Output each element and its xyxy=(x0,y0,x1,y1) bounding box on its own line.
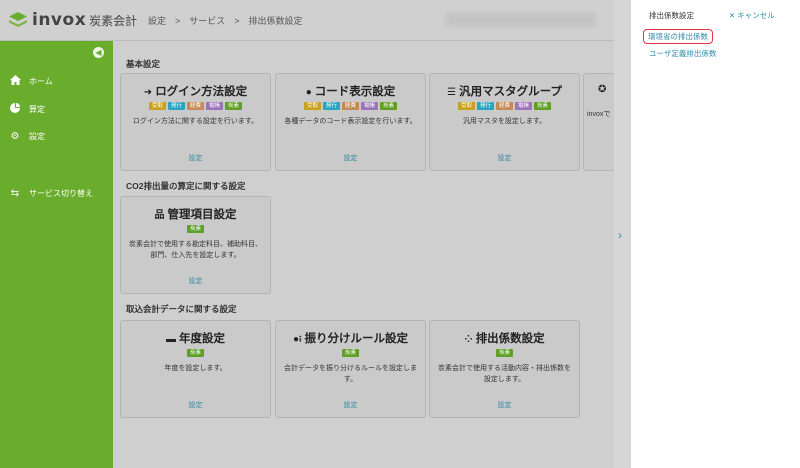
tag-list: 受取 発行 経費 電帳 炭素 xyxy=(276,102,425,110)
card-management-items: 品管理項目設定 炭素 炭素会計で使用する勘定科目、補助科目、部門、仕入先を設定し… xyxy=(120,196,271,294)
sidebar-item-label: 算定 xyxy=(29,105,45,114)
tag-badge: 炭素 xyxy=(186,349,204,357)
section-title: 基本設定 xyxy=(126,59,161,69)
layers-logo-icon xyxy=(9,12,27,27)
card-title: 管理項目設定 xyxy=(167,209,237,221)
panel-item-user-emission-factors[interactable]: ユーザ定義排出係数 xyxy=(649,48,716,59)
collapse-sidebar-button[interactable]: ◀ xyxy=(93,47,104,58)
abc-icon: ● xyxy=(305,87,312,98)
tag-badge: 電帳 xyxy=(206,102,224,110)
logo[interactable]: invox 炭素会計 xyxy=(8,10,137,30)
tag-badge: 炭素 xyxy=(534,102,552,110)
card-description: invoxで xyxy=(587,111,611,118)
tag-badge: 受取 xyxy=(148,102,166,110)
card-title: 汎用マスタグループ xyxy=(459,86,562,98)
tag-list: 受取 発行 経費 電帳 炭素 xyxy=(430,102,579,110)
tag-badge: 受取 xyxy=(303,102,321,110)
pie-chart-icon xyxy=(8,103,22,116)
home-icon xyxy=(8,75,22,88)
tag-badge: 炭素 xyxy=(495,349,513,357)
logo-subtitle: 炭素会計 xyxy=(89,13,138,28)
chevron-right-icon[interactable]: › xyxy=(618,228,622,242)
tag-badge: 経費 xyxy=(341,102,359,110)
card-general-master-group: ☰ 汎用マスタグループ 受取 発行 経費 電帳 炭素 汎用マスタを設定します。 設定 xyxy=(429,73,580,171)
tag-badge: 経費 xyxy=(186,102,204,110)
sidebar: ◀ ホーム 算定 ⚙ 設定 ⇆ サービス切り替え xyxy=(0,41,113,468)
gear-icon: ⚙ xyxy=(10,131,20,142)
card-settings-link[interactable]: 設定 xyxy=(430,400,579,410)
tag-badge: 受取 xyxy=(457,102,475,110)
sign-in-icon: ➜ xyxy=(143,87,153,98)
tag-badge: 発行 xyxy=(167,102,185,110)
side-panel: 排出係数設定 ✕ キャンセル 環境省の排出係数 ユーザ定義排出係数 xyxy=(631,0,800,468)
tag-badge: 発行 xyxy=(322,102,340,110)
factor-icon: ⁘ xyxy=(464,334,473,345)
user-menu[interactable] xyxy=(446,12,596,27)
card-title: ログイン方法設定 xyxy=(155,86,248,98)
list-icon: ☰ xyxy=(447,87,457,98)
section-title: 取込会計データに関する設定 xyxy=(126,304,237,314)
card-settings-link[interactable]: 設定 xyxy=(430,153,579,163)
tag-badge: 炭素 xyxy=(225,102,243,110)
card-title: 年度設定 xyxy=(179,333,225,345)
sidebar-item-label: サービス切り替え xyxy=(29,189,93,198)
tag-badge: 炭素 xyxy=(380,102,398,110)
card-description: 炭素会計で使用する活動内容・排出係数を設定します。 xyxy=(438,365,571,383)
close-icon: ✕ xyxy=(729,11,736,20)
tag-list: 炭素 xyxy=(276,349,425,357)
card-partial: ✪ invoxで xyxy=(583,73,614,171)
sidebar-item-switch-service[interactable]: ⇆ サービス切り替え xyxy=(8,188,93,199)
card-emission-factors: ⁘ 排出係数設定 炭素 炭素会計で使用する活動内容・排出係数を設定します。 設定 xyxy=(429,320,580,418)
card-title: 振り分けルール設定 xyxy=(304,333,408,345)
card-title: コード表示設定 xyxy=(314,86,396,98)
card-description: 年度を設定します。 xyxy=(164,365,227,372)
sidebar-item-label: ホーム xyxy=(29,77,53,86)
sidebar-item-calculation[interactable]: 算定 xyxy=(8,103,45,116)
tag-badge: 経費 xyxy=(495,102,513,110)
tag-list: 炭素 xyxy=(430,349,579,357)
tag-list: 受取 発行 経費 電帳 炭素 xyxy=(121,102,270,110)
card-settings-link[interactable]: 設定 xyxy=(121,153,270,163)
card-settings-link[interactable]: 設定 xyxy=(276,153,425,163)
chevron-left-icon: ◀ xyxy=(95,48,102,57)
card-allocation-rules: ●፧ 振り分けルール設定 炭素 会計データを振り分けるルールを設定します。 設定 xyxy=(275,320,426,418)
tag-list: 炭素 xyxy=(121,349,270,357)
card-description: 各種データのコード表示設定を行います。 xyxy=(284,118,417,125)
panel-title: 排出係数設定 xyxy=(649,11,694,20)
cancel-button[interactable]: ✕ キャンセル xyxy=(729,10,775,21)
calendar-icon: ▬ xyxy=(166,334,176,345)
card-title: 排出係数設定 xyxy=(475,333,545,345)
tag-badge: 炭素 xyxy=(186,225,204,233)
switch-icon: ⇆ xyxy=(10,188,20,199)
logo-text: invox xyxy=(32,10,87,30)
rule-icon: ●፧ xyxy=(293,334,302,345)
top-bar: invox 炭素会計 設定 > サービス > 排出係数設定 xyxy=(0,0,614,41)
tag-badge: 発行 xyxy=(476,102,494,110)
sidebar-item-home[interactable]: ホーム xyxy=(8,75,53,88)
tag-badge: 炭素 xyxy=(341,349,359,357)
main-content: 基本設定 ➜ ログイン方法設定 受取 発行 経費 電帳 炭素 ログイン方法に関する設定を行… xyxy=(113,41,614,468)
cancel-label: キャンセル xyxy=(737,11,775,20)
panel-item-moe-emission-factors[interactable]: 環境省の排出係数 xyxy=(643,29,713,44)
card-settings-link[interactable]: 設定 xyxy=(276,400,425,410)
section-title: CO2排出量の算定に関する設定 xyxy=(126,181,246,191)
drawer-handle[interactable] xyxy=(614,0,631,468)
sidebar-item-label: 設定 xyxy=(29,132,45,141)
tag-badge: 電帳 xyxy=(515,102,533,110)
card-fiscal-year: ▬ 年度設定 炭素 年度を設定します。 設定 xyxy=(120,320,271,418)
tag-list: 炭素 xyxy=(121,225,270,233)
card-settings-link[interactable]: 設定 xyxy=(121,400,270,410)
sidebar-item-settings[interactable]: ⚙ 設定 xyxy=(8,131,45,142)
tag-badge: 電帳 xyxy=(361,102,379,110)
card-description: 汎用マスタを設定します。 xyxy=(462,118,547,125)
card-description: 炭素会計で使用する勘定科目、補助科目、部門、仕入先を設定します。 xyxy=(129,241,262,259)
card-code-display: ● コード表示設定 受取 発行 経費 電帳 炭素 各種データのコード表示設定を行います。 … xyxy=(275,73,426,171)
card-login-method: ➜ ログイン方法設定 受取 発行 経費 電帳 炭素 ログイン方法に関する設定を行います。 … xyxy=(120,73,271,171)
star-icon: ✪ xyxy=(598,84,607,95)
card-description: 会計データを振り分けるルールを設定します。 xyxy=(284,365,417,383)
sitemap-icon: 品 xyxy=(154,210,165,221)
card-settings-link[interactable]: 設定 xyxy=(121,276,270,286)
card-description: ログイン方法に関する設定を行います。 xyxy=(132,118,259,125)
breadcrumb: 設定 > サービス > 排出係数設定 xyxy=(148,16,303,26)
